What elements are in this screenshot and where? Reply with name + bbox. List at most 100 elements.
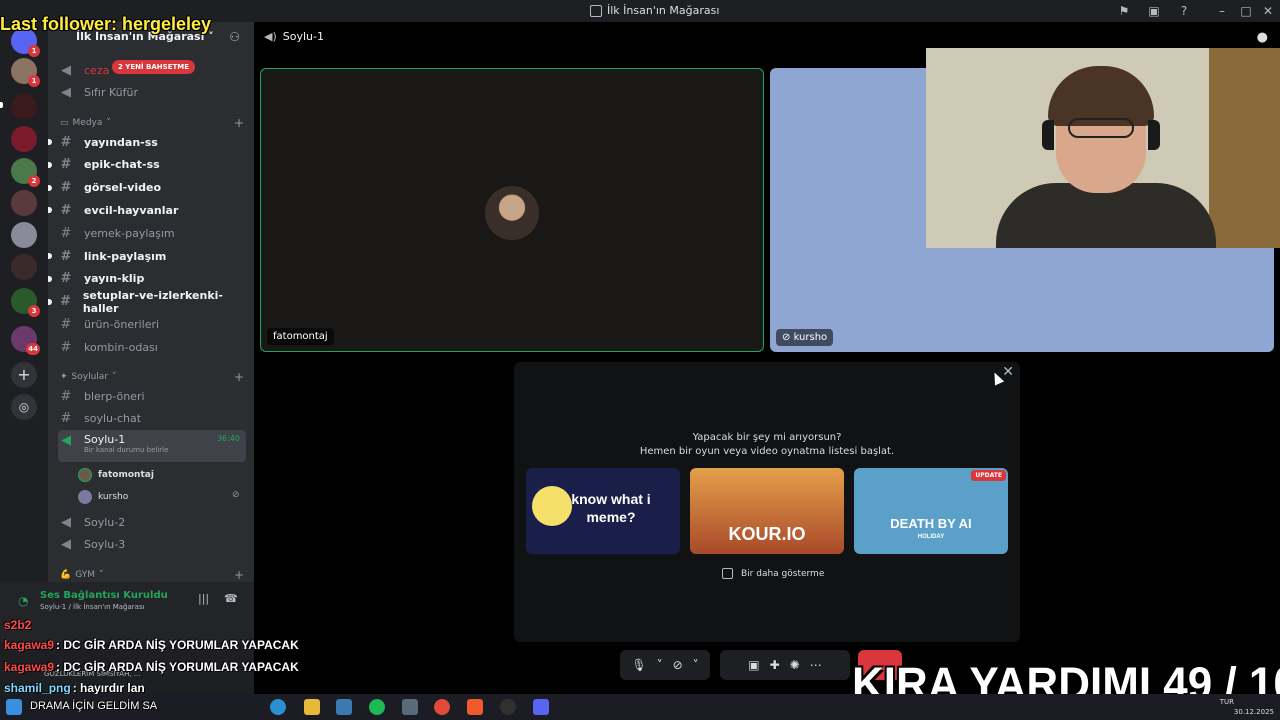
disconnect-icon[interactable]: ☎ bbox=[224, 592, 238, 605]
channel-label: ceza bbox=[84, 63, 110, 77]
close-icon[interactable]: ✕ bbox=[1002, 364, 1014, 380]
microphone-icon[interactable]: 🎙 bbox=[631, 658, 646, 672]
noise-icon[interactable]: ||| bbox=[198, 592, 209, 605]
add-channel-icon[interactable]: + bbox=[234, 116, 244, 130]
speaker-icon: ◀ bbox=[61, 514, 71, 530]
category-soylular[interactable]: ✦ Soylular ˅ bbox=[60, 372, 117, 382]
maximize-icon[interactable]: □ bbox=[1238, 3, 1254, 19]
voice-status[interactable]: Ses Bağlantısı Kuruldu bbox=[40, 590, 168, 601]
dont-show-again-checkbox[interactable]: Bir daha gösterme bbox=[722, 568, 824, 579]
edge-icon[interactable] bbox=[270, 699, 286, 715]
activity-card-know-what-i-meme[interactable]: know what i meme? bbox=[526, 468, 680, 554]
channel-5[interactable]: # yemek-paylaşım bbox=[58, 223, 246, 243]
help-icon[interactable]: ? bbox=[1176, 3, 1192, 19]
store-icon[interactable] bbox=[336, 699, 352, 715]
add-channel-icon[interactable]: + bbox=[234, 370, 244, 384]
server-icon-9[interactable]: 44 bbox=[11, 326, 40, 355]
server-icon-8[interactable]: 3 bbox=[11, 288, 40, 317]
popup-subheading: Hemen bir oyun veya video oynatma listes… bbox=[639, 446, 895, 457]
file-explorer-icon[interactable] bbox=[304, 699, 320, 715]
new-mentions-pill[interactable]: 2 YENİ BAHSETME bbox=[112, 60, 196, 74]
category-medya[interactable]: ▭ Medya ˅ bbox=[60, 118, 111, 128]
chat-line: shamil_png: hayırdır lan bbox=[4, 681, 145, 695]
channel-9[interactable]: # ürün-önerileri bbox=[58, 314, 246, 334]
camera-off-icon[interactable]: ⊘ bbox=[673, 658, 683, 672]
activity-card-death-by-ai[interactable]: UPDATE DEATH BY AI HOLIDAY bbox=[854, 468, 1008, 554]
channel-blerp-oneri[interactable]: # blerp-öneri bbox=[58, 386, 246, 406]
channel-8[interactable]: # setuplar-ve-izlerkenki-haller bbox=[58, 288, 246, 315]
checkbox-box[interactable] bbox=[722, 568, 733, 579]
more-icon[interactable]: ⋯ bbox=[810, 658, 822, 672]
server-icon-1[interactable]: 1 bbox=[11, 58, 40, 87]
channel-label: epik-chat-ss bbox=[84, 158, 160, 172]
channel-7[interactable]: # yayın-klip bbox=[58, 269, 246, 289]
server-icon-6[interactable] bbox=[11, 222, 37, 248]
add-server-button[interactable]: + bbox=[11, 362, 37, 388]
minimize-icon[interactable]: – bbox=[1214, 3, 1230, 19]
input-language[interactable]: TUR bbox=[1220, 697, 1234, 707]
inbox-icon[interactable]: ⚑ bbox=[1116, 3, 1132, 19]
voice-channel-sifir-kufur[interactable]: ◀ Sıfır Küfür bbox=[58, 82, 246, 102]
server-icon-3[interactable] bbox=[11, 126, 37, 152]
voice-user-kursho[interactable]: kursho bbox=[78, 490, 128, 504]
server-icon-4[interactable]: 2 bbox=[11, 158, 40, 187]
brave-icon[interactable] bbox=[467, 699, 483, 715]
channel-3[interactable]: # görsel-video bbox=[58, 178, 246, 198]
video-tile-fatomontaj[interactable]: fatomontaj bbox=[260, 68, 764, 352]
category-gym[interactable]: 💪 GYM ˅ bbox=[60, 570, 104, 580]
channel-label: evcil-hayvanlar bbox=[84, 203, 179, 217]
add-member-icon[interactable]: ⚇ bbox=[229, 30, 240, 44]
clock-date[interactable]: 30.12.2025 bbox=[1220, 707, 1274, 717]
channel-10[interactable]: # kombin-odası bbox=[58, 337, 246, 357]
hash-icon: # bbox=[60, 202, 72, 218]
soundboard-icon[interactable]: ✺ bbox=[790, 658, 800, 672]
add-channel-icon[interactable]: + bbox=[234, 568, 244, 582]
unread-indicator bbox=[48, 253, 52, 259]
chrome-icon[interactable] bbox=[434, 699, 450, 715]
tile-label: fatomontaj bbox=[267, 328, 334, 345]
streamer-webcam bbox=[926, 48, 1280, 248]
signal-icon: ◔ bbox=[18, 594, 29, 608]
close-icon[interactable]: ✕ bbox=[1260, 3, 1276, 19]
voice-channel-soylu-3[interactable]: ◀ Soylu-3 bbox=[58, 534, 246, 554]
obs-icon[interactable] bbox=[500, 699, 516, 715]
stage-header: ◀) Soylu-1 bbox=[264, 30, 324, 43]
discover-button[interactable]: ◎ bbox=[11, 394, 37, 420]
channel-label: setuplar-ve-izlerkenki-haller bbox=[82, 288, 223, 315]
chevron-down-icon[interactable]: ˅ bbox=[693, 658, 699, 672]
chevron-down-icon[interactable]: ˅ bbox=[657, 658, 663, 672]
activity-card-kour-io[interactable]: KOUR.IO bbox=[690, 468, 844, 554]
activities-icon[interactable]: ✚ bbox=[770, 658, 780, 672]
server-icon-2[interactable] bbox=[11, 94, 37, 120]
chat-toggle-icon[interactable]: ● bbox=[1257, 30, 1268, 45]
avatar bbox=[485, 186, 539, 240]
server-icon-7[interactable] bbox=[11, 254, 37, 280]
channel-2[interactable]: # epik-chat-ss bbox=[58, 155, 246, 175]
channel-4[interactable]: # evcil-hayvanlar bbox=[58, 200, 246, 220]
voice-channel-soylu-1[interactable]: ◀ Soylu-1 Bir kanal durumu belirle 36:40 bbox=[58, 430, 246, 462]
unread-indicator bbox=[48, 298, 52, 305]
screen-share-icon[interactable]: ▣ bbox=[748, 658, 759, 672]
calculator-icon[interactable] bbox=[402, 699, 418, 715]
voice-channel-soylu-2[interactable]: ◀ Soylu-2 bbox=[58, 512, 246, 532]
hash-icon: # bbox=[60, 316, 72, 332]
channel-1[interactable]: # yayından-ss bbox=[58, 132, 246, 152]
channel-6[interactable]: # link-paylaşım bbox=[58, 246, 246, 266]
server-icon-5[interactable] bbox=[11, 190, 37, 216]
spotify-icon[interactable] bbox=[369, 699, 385, 715]
channel-soylu-chat[interactable]: # soylu-chat bbox=[58, 408, 246, 428]
voice-user-fatomontaj[interactable]: fatomontaj bbox=[78, 468, 154, 482]
channel-status-hint[interactable]: Bir kanal durumu belirle bbox=[84, 446, 168, 454]
unread-pip bbox=[0, 102, 3, 108]
speaker-icon: ◀ bbox=[61, 433, 71, 448]
windows-taskbar: DRAMA İÇİN GELDİM SA TUR 30.12.2025 bbox=[0, 694, 1280, 720]
update-badge: UPDATE bbox=[971, 470, 1006, 481]
discord-icon[interactable] bbox=[533, 699, 549, 715]
screen-icon[interactable]: ▣ bbox=[1146, 3, 1162, 19]
voice-subtitle: Soylu-1 / İlk İnsan'ın Mağarası bbox=[40, 603, 145, 611]
unread-indicator bbox=[48, 184, 52, 191]
hash-icon: # bbox=[60, 134, 72, 150]
hash-icon: # bbox=[60, 180, 72, 196]
hash-icon: # bbox=[60, 388, 72, 404]
windows-start-icon[interactable] bbox=[6, 699, 22, 715]
